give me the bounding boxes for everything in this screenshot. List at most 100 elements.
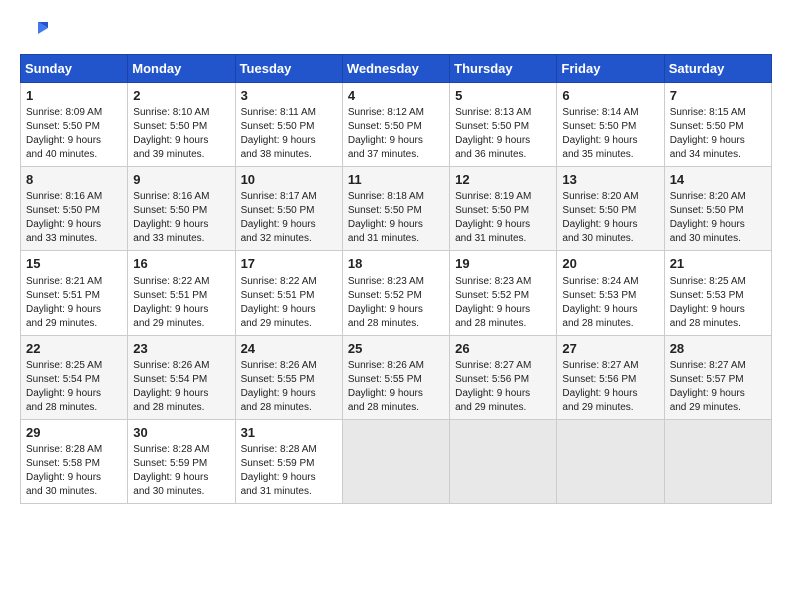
day-number: 2 — [133, 87, 229, 105]
day-content: Sunrise: 8:19 AMSunset: 5:50 PMDaylight:… — [455, 190, 551, 246]
day-content: Sunrise: 8:22 AMSunset: 5:51 PMDaylight:… — [133, 275, 229, 331]
day-number: 5 — [455, 87, 551, 105]
day-number: 24 — [241, 340, 337, 358]
day-number: 31 — [241, 424, 337, 442]
calendar-week-row: 8Sunrise: 8:16 AMSunset: 5:50 PMDaylight… — [21, 167, 772, 251]
calendar-cell: 24Sunrise: 8:26 AMSunset: 5:55 PMDayligh… — [235, 335, 342, 419]
day-content: Sunrise: 8:25 AMSunset: 5:53 PMDaylight:… — [670, 275, 766, 331]
calendar-cell: 6Sunrise: 8:14 AMSunset: 5:50 PMDaylight… — [557, 83, 664, 167]
day-content: Sunrise: 8:26 AMSunset: 5:55 PMDaylight:… — [241, 359, 337, 415]
header — [20, 18, 772, 46]
day-number: 11 — [348, 171, 444, 189]
header-day-saturday: Saturday — [664, 55, 771, 83]
day-content: Sunrise: 8:28 AMSunset: 5:58 PMDaylight:… — [26, 443, 122, 499]
header-day-wednesday: Wednesday — [342, 55, 449, 83]
calendar-cell: 8Sunrise: 8:16 AMSunset: 5:50 PMDaylight… — [21, 167, 128, 251]
page: SundayMondayTuesdayWednesdayThursdayFrid… — [0, 0, 792, 612]
day-content: Sunrise: 8:20 AMSunset: 5:50 PMDaylight:… — [562, 190, 658, 246]
calendar-week-row: 22Sunrise: 8:25 AMSunset: 5:54 PMDayligh… — [21, 335, 772, 419]
day-number: 29 — [26, 424, 122, 442]
day-number: 12 — [455, 171, 551, 189]
day-number: 28 — [670, 340, 766, 358]
day-content: Sunrise: 8:23 AMSunset: 5:52 PMDaylight:… — [348, 275, 444, 331]
day-content: Sunrise: 8:14 AMSunset: 5:50 PMDaylight:… — [562, 106, 658, 162]
day-number: 13 — [562, 171, 658, 189]
calendar-cell: 29Sunrise: 8:28 AMSunset: 5:58 PMDayligh… — [21, 419, 128, 503]
day-number: 1 — [26, 87, 122, 105]
day-number: 10 — [241, 171, 337, 189]
day-content: Sunrise: 8:10 AMSunset: 5:50 PMDaylight:… — [133, 106, 229, 162]
day-number: 15 — [26, 255, 122, 273]
day-number: 22 — [26, 340, 122, 358]
logo — [20, 18, 52, 46]
calendar-week-row: 15 Sunrise: 8:21 AMSunset: 5:51 PMDayligh… — [21, 251, 772, 335]
day-content: Sunrise: 8:17 AMSunset: 5:50 PMDaylight:… — [241, 190, 337, 246]
day-content: Sunrise: 8:27 AMSunset: 5:56 PMDaylight:… — [455, 359, 551, 415]
day-content: Sunrise: 8:20 AMSunset: 5:50 PMDaylight:… — [670, 190, 766, 246]
calendar-week-row: 29Sunrise: 8:28 AMSunset: 5:58 PMDayligh… — [21, 419, 772, 503]
logo-icon — [20, 18, 48, 46]
day-content: Sunrise: 8:27 AMSunset: 5:56 PMDaylight:… — [562, 359, 658, 415]
day-number: 9 — [133, 171, 229, 189]
day-content: Sunrise: 8:21 AMSunset: 5:51 PMDaylight:… — [26, 275, 122, 331]
day-content: Sunrise: 8:23 AMSunset: 5:52 PMDaylight:… — [455, 275, 551, 331]
calendar-cell — [557, 419, 664, 503]
day-content: Sunrise: 8:26 AMSunset: 5:55 PMDaylight:… — [348, 359, 444, 415]
calendar-cell: 15 Sunrise: 8:21 AMSunset: 5:51 PMDayligh… — [21, 251, 128, 335]
calendar-cell: 14Sunrise: 8:20 AMSunset: 5:50 PMDayligh… — [664, 167, 771, 251]
calendar-cell: 12Sunrise: 8:19 AMSunset: 5:50 PMDayligh… — [450, 167, 557, 251]
day-content: Sunrise: 8:28 AMSunset: 5:59 PMDaylight:… — [133, 443, 229, 499]
calendar-cell: 5Sunrise: 8:13 AMSunset: 5:50 PMDaylight… — [450, 83, 557, 167]
day-number: 8 — [26, 171, 122, 189]
day-content: Sunrise: 8:28 AMSunset: 5:59 PMDaylight:… — [241, 443, 337, 499]
calendar-week-row: 1Sunrise: 8:09 AMSunset: 5:50 PMDaylight… — [21, 83, 772, 167]
calendar-cell: 25Sunrise: 8:26 AMSunset: 5:55 PMDayligh… — [342, 335, 449, 419]
header-day-thursday: Thursday — [450, 55, 557, 83]
day-content: Sunrise: 8:16 AMSunset: 5:50 PMDaylight:… — [133, 190, 229, 246]
calendar-cell: 1Sunrise: 8:09 AMSunset: 5:50 PMDaylight… — [21, 83, 128, 167]
day-number: 17 — [241, 255, 337, 273]
calendar-cell: 27Sunrise: 8:27 AMSunset: 5:56 PMDayligh… — [557, 335, 664, 419]
calendar-cell — [342, 419, 449, 503]
calendar-cell: 7Sunrise: 8:15 AMSunset: 5:50 PMDaylight… — [664, 83, 771, 167]
calendar-cell: 30Sunrise: 8:28 AMSunset: 5:59 PMDayligh… — [128, 419, 235, 503]
day-content: Sunrise: 8:26 AMSunset: 5:54 PMDaylight:… — [133, 359, 229, 415]
calendar-cell — [664, 419, 771, 503]
calendar-cell: 21 Sunrise: 8:25 AMSunset: 5:53 PMDayligh… — [664, 251, 771, 335]
day-content: Sunrise: 8:11 AMSunset: 5:50 PMDaylight:… — [241, 106, 337, 162]
calendar-cell — [450, 419, 557, 503]
calendar-cell: 3Sunrise: 8:11 AMSunset: 5:50 PMDaylight… — [235, 83, 342, 167]
calendar-cell: 19Sunrise: 8:23 AMSunset: 5:52 PMDayligh… — [450, 251, 557, 335]
header-day-monday: Monday — [128, 55, 235, 83]
calendar-cell: 28Sunrise: 8:27 AMSunset: 5:57 PMDayligh… — [664, 335, 771, 419]
day-content: Sunrise: 8:24 AMSunset: 5:53 PMDaylight:… — [562, 275, 658, 331]
calendar-header-row: SundayMondayTuesdayWednesdayThursdayFrid… — [21, 55, 772, 83]
day-number: 26 — [455, 340, 551, 358]
day-number: 14 — [670, 171, 766, 189]
day-number: 30 — [133, 424, 229, 442]
calendar-cell: 13Sunrise: 8:20 AMSunset: 5:50 PMDayligh… — [557, 167, 664, 251]
day-number: 18 — [348, 255, 444, 273]
day-content: Sunrise: 8:09 AMSunset: 5:50 PMDaylight:… — [26, 106, 122, 162]
day-content: Sunrise: 8:27 AMSunset: 5:57 PMDaylight:… — [670, 359, 766, 415]
header-day-friday: Friday — [557, 55, 664, 83]
calendar-cell: 17Sunrise: 8:22 AMSunset: 5:51 PMDayligh… — [235, 251, 342, 335]
day-content: Sunrise: 8:25 AMSunset: 5:54 PMDaylight:… — [26, 359, 122, 415]
header-day-tuesday: Tuesday — [235, 55, 342, 83]
calendar-cell: 11Sunrise: 8:18 AMSunset: 5:50 PMDayligh… — [342, 167, 449, 251]
day-number: 16 — [133, 255, 229, 273]
calendar-cell: 23Sunrise: 8:26 AMSunset: 5:54 PMDayligh… — [128, 335, 235, 419]
day-number: 23 — [133, 340, 229, 358]
day-content: Sunrise: 8:12 AMSunset: 5:50 PMDaylight:… — [348, 106, 444, 162]
calendar-cell: 9Sunrise: 8:16 AMSunset: 5:50 PMDaylight… — [128, 167, 235, 251]
day-number: 6 — [562, 87, 658, 105]
calendar-body: 1Sunrise: 8:09 AMSunset: 5:50 PMDaylight… — [21, 83, 772, 504]
day-content: Sunrise: 8:16 AMSunset: 5:50 PMDaylight:… — [26, 190, 122, 246]
day-content: Sunrise: 8:18 AMSunset: 5:50 PMDaylight:… — [348, 190, 444, 246]
calendar-cell: 22Sunrise: 8:25 AMSunset: 5:54 PMDayligh… — [21, 335, 128, 419]
day-number: 21 — [670, 255, 766, 273]
day-content: Sunrise: 8:15 AMSunset: 5:50 PMDaylight:… — [670, 106, 766, 162]
calendar-cell: 2Sunrise: 8:10 AMSunset: 5:50 PMDaylight… — [128, 83, 235, 167]
calendar-cell: 18 Sunrise: 8:23 AMSunset: 5:52 PMDayligh… — [342, 251, 449, 335]
header-day-sunday: Sunday — [21, 55, 128, 83]
